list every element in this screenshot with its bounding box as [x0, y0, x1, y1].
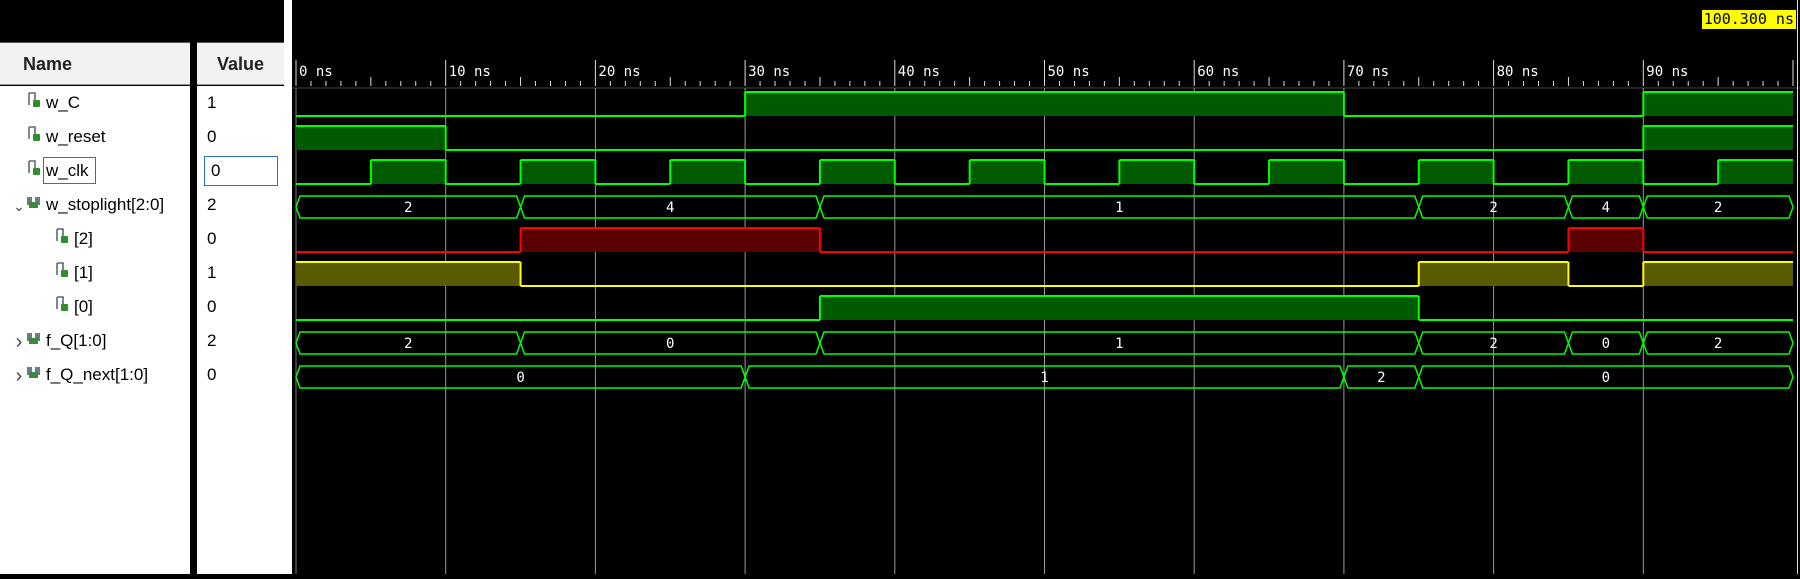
bit-signal-icon — [26, 121, 42, 155]
wave-high-region — [520, 160, 596, 184]
name-column-header[interactable]: Name — [0, 43, 190, 85]
waveform-view[interactable]: 0 ns 10 ns 20 ns 30 ns 40 ns 50 ns 60 ns 70 ns 8… — [292, 0, 1800, 574]
time-ruler — [292, 0, 1800, 88]
panel-toolbar-area — [0, 0, 284, 43]
bit-signal-icon — [26, 87, 42, 121]
bus-value-label: 0 — [1602, 336, 1610, 352]
signal-row[interactable]: [0] — [0, 290, 230, 324]
bus-value-label: 2 — [1377, 370, 1385, 386]
ruler-tick-label: 80 ns — [1497, 64, 1539, 80]
signal-row[interactable]: w_clk — [0, 154, 202, 188]
bus-value-label: 2 — [1489, 200, 1497, 216]
wave-high-region — [670, 160, 746, 184]
signal-row[interactable]: › f_Q[1:0] — [0, 324, 202, 358]
signal-name: w_C — [46, 93, 81, 112]
bus-value-label: 0 — [1602, 370, 1610, 386]
bus-value-label: 4 — [1602, 200, 1610, 216]
wave-high-region — [1643, 92, 1793, 116]
bus-value-label: 2 — [1714, 200, 1722, 216]
wave-high-region — [1418, 160, 1494, 184]
wave-high-region — [1119, 160, 1195, 184]
signal-row[interactable]: ⌄ w_stoplight[2:0] — [0, 188, 202, 222]
signal-value: 0 — [204, 156, 278, 186]
wave-high-region — [1568, 160, 1644, 184]
signal-name: w_stoplight[2:0] — [46, 195, 165, 214]
ruler-tick-label: 60 ns — [1197, 64, 1239, 80]
bit-signal-icon — [54, 257, 70, 291]
signal-value-list: 1 0 0 2 0 1 0 2 0 — [197, 86, 284, 574]
bus-value-label: 2 — [1489, 336, 1497, 352]
waveform-canvas[interactable]: 0 ns 10 ns 20 ns 30 ns 40 ns 50 ns 60 ns 70 ns 8… — [292, 0, 1800, 574]
bus-value-label: 4 — [666, 200, 674, 216]
bus-value-label: 2 — [404, 200, 412, 216]
signal-name: [1] — [74, 263, 93, 282]
ruler-tick-label: 40 ns — [898, 64, 940, 80]
signal-name: [0] — [74, 297, 93, 316]
ruler-tick-label: 10 ns — [449, 64, 491, 80]
cursor-time-label: 100.300 ns — [1701, 10, 1796, 29]
bit-signal-icon — [54, 291, 70, 325]
signal-value: 2 — [207, 195, 217, 214]
signal-name: w_clk — [43, 157, 96, 184]
signal-row[interactable]: [2] — [0, 222, 230, 256]
signal-name: [2] — [74, 229, 93, 248]
signal-value: 0 — [207, 229, 217, 248]
ruler-tick-label: 50 ns — [1048, 64, 1090, 80]
bus-signal-icon — [26, 325, 42, 359]
bus-value-label: 1 — [1115, 336, 1123, 352]
wave-high-region — [969, 160, 1045, 184]
value-column-header[interactable]: Value — [197, 43, 284, 85]
bus-signal-icon — [26, 359, 42, 393]
signal-value: 1 — [207, 93, 217, 112]
wave-high-region — [1718, 160, 1793, 184]
wave-high-region — [296, 126, 446, 150]
signal-row[interactable]: › f_Q_next[1:0] — [0, 358, 202, 392]
bus-value-label: 1 — [1115, 200, 1123, 216]
wave-high-region — [296, 262, 521, 286]
wave-high-region — [1643, 262, 1793, 286]
bus-value-label: 2 — [1714, 336, 1722, 352]
bit-signal-icon — [26, 155, 42, 189]
wave-high-region — [1269, 160, 1344, 184]
signal-value: 0 — [207, 297, 217, 316]
wave-high-region — [1568, 228, 1644, 252]
ruler-tick-label: 20 ns — [598, 64, 640, 80]
expand-chevron-icon[interactable]: › — [12, 325, 26, 359]
bit-signal-icon — [54, 223, 70, 257]
bus-value-label: 0 — [666, 336, 674, 352]
signal-row[interactable]: w_C — [0, 86, 202, 120]
bus-signal-icon — [26, 189, 42, 223]
ruler-tick-label: 90 ns — [1646, 64, 1688, 80]
panel-divider[interactable] — [284, 0, 292, 574]
wave-high-region — [1418, 262, 1569, 286]
signal-value: 1 — [207, 263, 217, 282]
bus-value-label: 2 — [404, 336, 412, 352]
ruler-tick-label: 30 ns — [748, 64, 790, 80]
signal-name-list: w_C w_reset w_clk ⌄ w_stoplight[2:0] [2] [1] [0… — [0, 86, 190, 574]
signal-name: f_Q_next[1:0] — [46, 365, 149, 384]
ruler-tick-label: 0 ns — [299, 64, 333, 80]
collapse-chevron-icon[interactable]: ⌄ — [12, 189, 26, 223]
bus-value-label: 1 — [1040, 370, 1048, 386]
expand-chevron-icon[interactable]: › — [12, 359, 26, 393]
signal-value: 2 — [207, 331, 217, 350]
wave-high-region — [370, 160, 446, 184]
wave-high-region — [520, 228, 820, 252]
ruler-tick-label: 70 ns — [1347, 64, 1389, 80]
wave-high-region — [745, 92, 1344, 116]
signal-value: 0 — [207, 365, 217, 384]
signal-row[interactable]: [1] — [0, 256, 230, 290]
bus-value-label: 0 — [516, 370, 524, 386]
wave-high-region — [819, 296, 1419, 320]
signal-row[interactable]: w_reset — [0, 120, 202, 154]
wave-high-region — [1643, 126, 1793, 150]
wave-high-region — [819, 160, 895, 184]
signal-name: w_reset — [46, 127, 106, 146]
signal-name: f_Q[1:0] — [46, 331, 107, 350]
signal-value: 0 — [207, 127, 217, 146]
signal-panel: Name Value w_C w_reset w_clk ⌄ w_stoplight[2… — [0, 0, 284, 574]
